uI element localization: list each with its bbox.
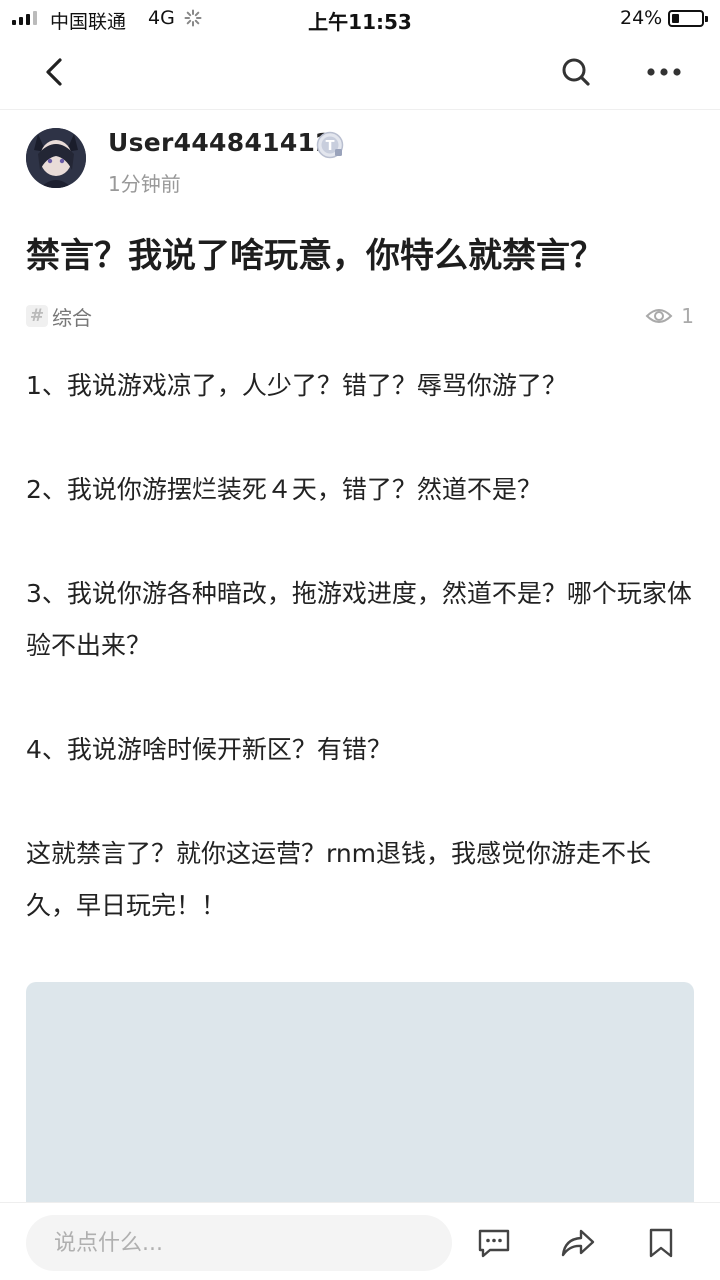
paragraph: 2、我说你游摆烂装死４天，错了？然道不是？: [26, 475, 542, 504]
paragraph: 这就禁言了？就你这运营？rnm退钱，我感觉你游走不长久，早日玩完！！: [26, 839, 652, 920]
chevron-left-icon: [46, 58, 62, 86]
post-image[interactable]: [26, 982, 694, 1222]
paragraph: 4、我说游啥时候开新区？有错？: [26, 735, 392, 764]
search-button[interactable]: [554, 50, 598, 94]
bottom-action-bar: [0, 1202, 720, 1280]
post-content: 1、我说游戏凉了，人少了？错了？辱骂你游了？ 2、我说你游摆烂装死４天，错了？然…: [26, 360, 696, 932]
more-horizontal-icon: [647, 68, 681, 76]
t-badge-icon: T: [316, 131, 344, 159]
bookmark-button[interactable]: [641, 1223, 681, 1263]
battery-percent: 24%: [620, 7, 663, 29]
hash-icon: #: [26, 305, 48, 327]
post-title: 禁言？我说了啥玩意，你特么就禁言？: [26, 236, 604, 276]
search-icon: [562, 58, 590, 86]
battery-icon: [668, 10, 708, 27]
post-time: 1分钟前: [108, 172, 181, 196]
avatar[interactable]: [26, 128, 86, 188]
comment-button[interactable]: [474, 1223, 514, 1263]
comment-icon: [478, 1229, 510, 1258]
status-bar: 中国联通 4G 上午11:53 24%: [0, 0, 720, 36]
view-count: 1: [645, 302, 694, 330]
paragraph: 3、我说你游各种暗改，拖游戏进度，然道不是？哪个玩家体验不出来？: [26, 579, 692, 660]
topic-tag[interactable]: # 综合: [26, 302, 92, 330]
more-button[interactable]: [642, 50, 686, 94]
username[interactable]: User444841412: [108, 128, 333, 157]
view-count-value: 1: [681, 304, 694, 328]
eye-icon: [645, 309, 673, 323]
share-button[interactable]: [558, 1223, 598, 1263]
topic-tag-label: 综合: [52, 305, 92, 330]
clock: 上午11:53: [308, 10, 412, 34]
comment-input[interactable]: [26, 1215, 452, 1271]
nav-bar: [0, 36, 720, 110]
share-icon: [561, 1229, 595, 1257]
svg-text:T: T: [326, 139, 335, 154]
avatar-image: [26, 128, 86, 188]
back-button[interactable]: [33, 50, 77, 94]
bookmark-icon: [649, 1228, 673, 1258]
paragraph: 1、我说游戏凉了，人少了？错了？辱骂你游了？: [26, 371, 567, 400]
